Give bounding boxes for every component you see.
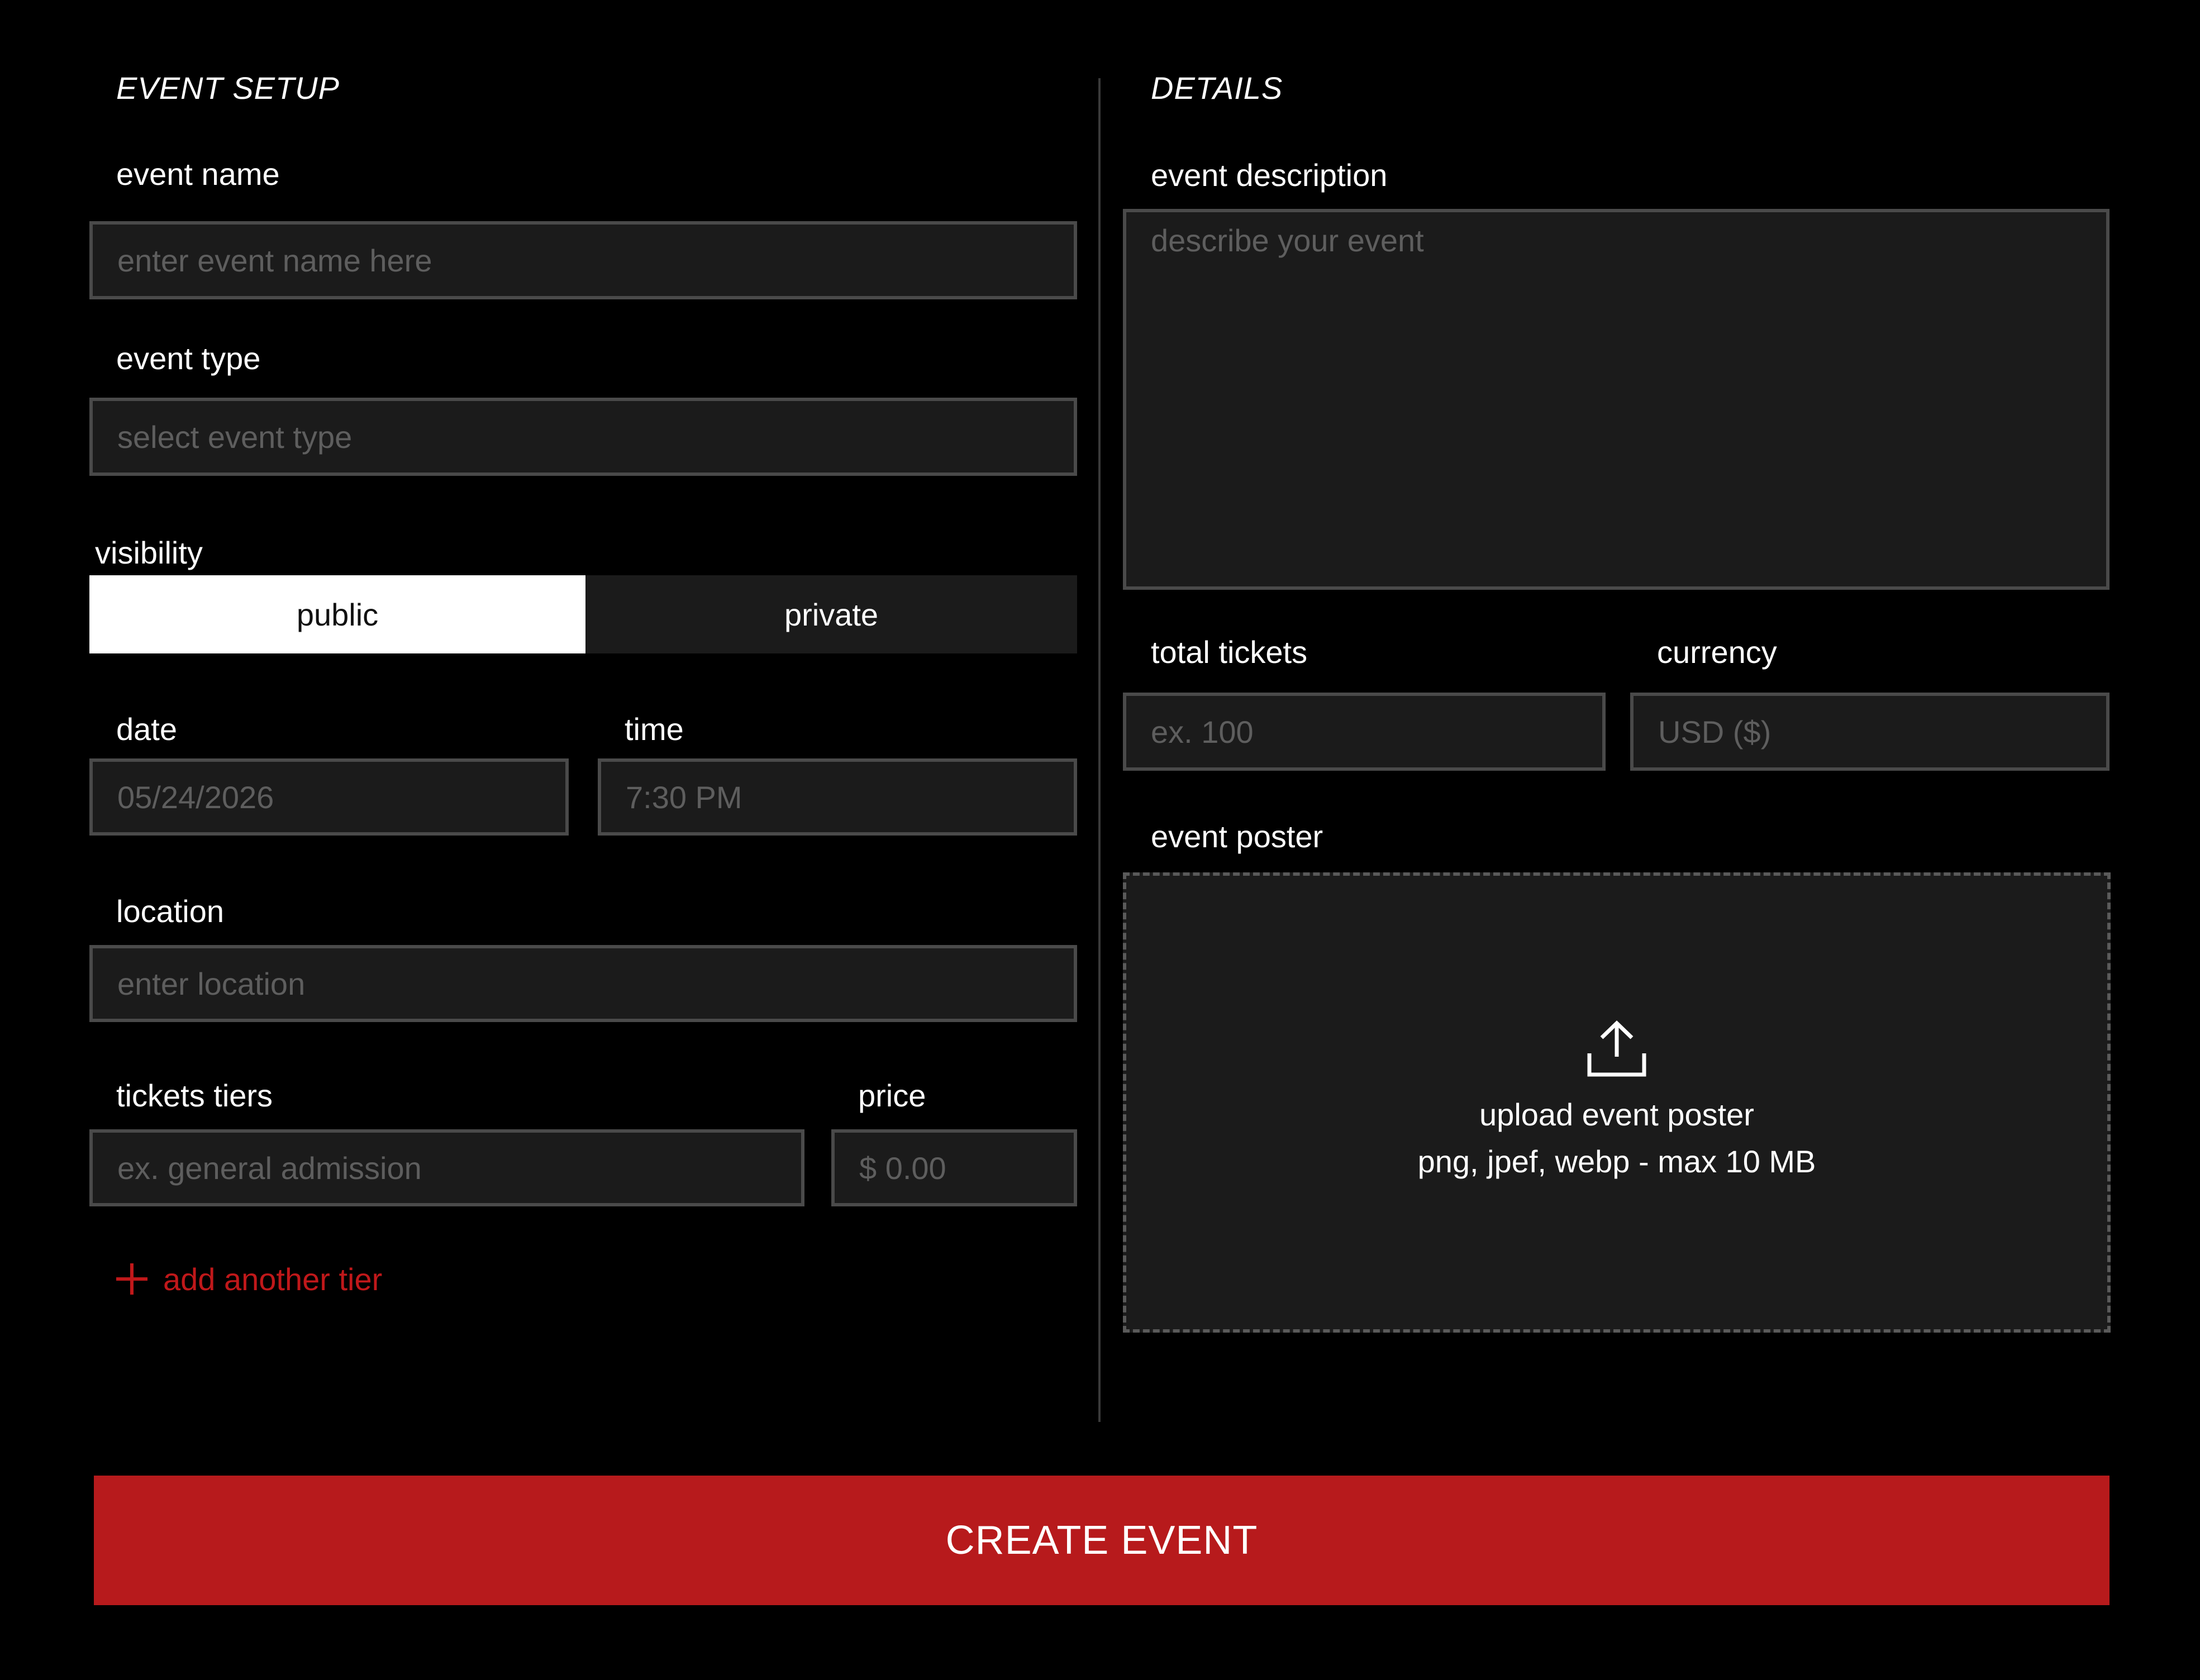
event-type-label: event type — [116, 341, 261, 376]
upload-hint: png, jpef, webp - max 10 MB — [1417, 1144, 1816, 1179]
visibility-label: visibility — [95, 535, 203, 570]
event-type-placeholder: select event type — [117, 419, 353, 455]
create-event-button[interactable]: CREATE EVENT — [94, 1476, 2109, 1605]
event-name-label: event name — [116, 156, 280, 192]
ticket-tier-input[interactable] — [89, 1129, 804, 1206]
add-tier-button[interactable]: add another tier — [114, 1258, 382, 1300]
currency-label: currency — [1657, 634, 1777, 670]
currency-select[interactable]: USD ($) — [1630, 693, 2109, 771]
event-name-input[interactable] — [89, 221, 1077, 299]
details-title: DETAILS — [1151, 70, 1283, 106]
currency-placeholder: USD ($) — [1658, 714, 1772, 750]
event-setup-title: EVENT SETUP — [116, 70, 340, 106]
price-input[interactable] — [831, 1129, 1077, 1206]
event-description-textarea[interactable] — [1123, 209, 2109, 590]
price-label: price — [858, 1078, 926, 1113]
total-tickets-label: total tickets — [1151, 634, 1308, 670]
total-tickets-input[interactable] — [1123, 693, 1606, 771]
visibility-private-option[interactable]: private — [585, 575, 1077, 653]
time-label: time — [625, 712, 684, 747]
poster-upload-dropzone[interactable]: upload event poster png, jpef, webp - ma… — [1123, 872, 2111, 1333]
time-input[interactable] — [598, 758, 1077, 836]
column-divider — [1098, 78, 1101, 1422]
ticket-tiers-label: tickets tiers — [116, 1078, 273, 1113]
event-type-select[interactable]: select event type — [89, 398, 1077, 476]
upload-icon — [1587, 1020, 1646, 1077]
location-input[interactable] — [89, 945, 1077, 1022]
visibility-public-option[interactable]: public — [89, 575, 585, 653]
plus-icon — [116, 1263, 147, 1295]
date-input[interactable] — [89, 758, 569, 836]
date-label: date — [116, 712, 177, 747]
upload-title: upload event poster — [1479, 1097, 1754, 1132]
event-poster-label: event poster — [1151, 819, 1323, 854]
event-description-label: event description — [1151, 157, 1388, 193]
location-label: location — [116, 894, 225, 929]
add-tier-label: add another tier — [163, 1261, 383, 1297]
